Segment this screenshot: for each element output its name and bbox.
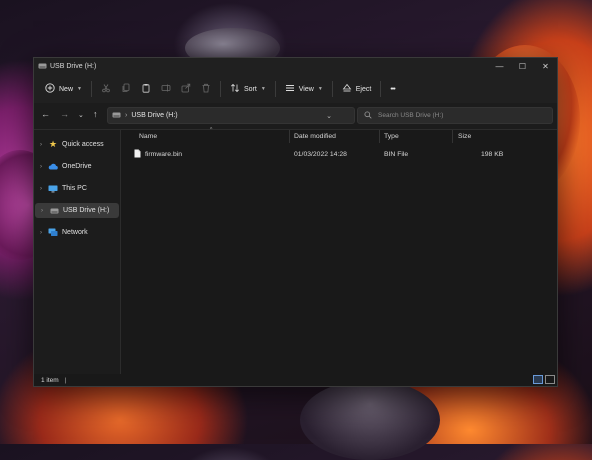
- column-header-type[interactable]: Type: [384, 130, 399, 143]
- sidebar-item-onedrive[interactable]: › OneDrive: [34, 159, 120, 174]
- drive-icon: [112, 112, 121, 120]
- sidebar-item-label: This PC: [62, 185, 87, 192]
- expand-chevron-icon[interactable]: ›: [35, 208, 49, 214]
- new-button[interactable]: New ▼: [40, 79, 87, 99]
- file-name: firmware.bin: [145, 151, 183, 158]
- plus-circle-icon: [45, 83, 55, 95]
- file-list: ^ Name Date modified Type Size firmware.…: [121, 127, 557, 374]
- eject-icon: [342, 83, 352, 95]
- command-bar: New ▼ Sort ▼ View ▼ Eject •••: [34, 75, 557, 103]
- sidebar-item-this-pc[interactable]: › This PC: [34, 181, 120, 196]
- details-view-toggle[interactable]: [533, 375, 543, 384]
- file-size-cell: 198 KB: [481, 151, 504, 158]
- back-arrow-icon[interactable]: ←: [41, 109, 50, 119]
- sidebar-item-label: USB Drive (H:): [63, 207, 110, 214]
- column-header-size[interactable]: Size: [458, 130, 471, 143]
- more-options-button[interactable]: •••: [385, 79, 399, 99]
- divider: [274, 81, 276, 97]
- status-separator: |: [64, 376, 67, 384]
- view-label: View: [298, 85, 314, 93]
- breadcrumb-separator-icon: ›: [125, 112, 128, 119]
- divider: [90, 81, 92, 97]
- address-bar-row: ← → ⌄ ↑ › USB Drive (H:) ⌄ ↻ Search USB …: [34, 103, 557, 130]
- paste-icon: [141, 83, 151, 95]
- sort-label: Sort: [243, 85, 257, 93]
- rename-button[interactable]: [156, 79, 176, 99]
- window-title: USB Drive (H:): [34, 63, 96, 71]
- sidebar-item-network[interactable]: › Network: [34, 225, 120, 240]
- network-icon: [48, 228, 58, 237]
- address-field[interactable]: › USB Drive (H:) ⌄ ↻: [107, 107, 374, 124]
- share-button[interactable]: [176, 79, 196, 99]
- column-divider[interactable]: [452, 130, 453, 143]
- column-divider[interactable]: [289, 130, 290, 143]
- eject-label: Eject: [355, 85, 372, 93]
- scissors-icon: [101, 83, 111, 95]
- recent-locations-chevron-icon[interactable]: ⌄: [78, 111, 84, 119]
- delete-button[interactable]: [196, 79, 216, 99]
- column-header-name[interactable]: Name: [139, 130, 157, 143]
- star-icon: ★: [48, 139, 58, 149]
- file-type-cell: BIN File: [384, 151, 409, 158]
- close-button[interactable]: ✕: [534, 58, 557, 75]
- share-icon: [181, 83, 191, 95]
- expand-chevron-icon[interactable]: ›: [34, 230, 48, 236]
- sidebar-item-usb-drive[interactable]: › USB Drive (H:): [35, 203, 119, 218]
- sort-button[interactable]: Sort ▼: [225, 79, 271, 99]
- more-icon: •••: [390, 85, 395, 93]
- drive-icon: [49, 206, 59, 215]
- window-title-text: USB Drive (H:): [50, 63, 97, 70]
- expand-chevron-icon[interactable]: ›: [34, 186, 48, 192]
- up-arrow-icon[interactable]: ↑: [93, 109, 98, 119]
- window-controls: — ☐ ✕: [488, 58, 557, 75]
- forward-arrow-icon[interactable]: →: [60, 109, 69, 119]
- sidebar-item-quick-access[interactable]: › ★ Quick access: [34, 137, 120, 152]
- divider: [380, 81, 382, 97]
- sort-icon: [230, 83, 240, 95]
- chevron-down-icon: ▼: [317, 86, 323, 92]
- computer-icon: [48, 184, 58, 193]
- search-icon: [364, 110, 372, 121]
- expand-chevron-icon[interactable]: ›: [34, 164, 48, 170]
- copy-icon: [121, 83, 131, 95]
- divider: [219, 81, 221, 97]
- sidebar-item-label: Network: [62, 229, 88, 236]
- chevron-down-icon: ▼: [77, 86, 82, 92]
- search-placeholder: Search USB Drive (H:): [378, 112, 444, 119]
- sort-indicator-icon: ^: [210, 127, 213, 133]
- chevron-down-icon: ▼: [260, 86, 266, 92]
- paste-button[interactable]: [136, 79, 156, 99]
- view-list-icon: [285, 83, 295, 95]
- minimize-button[interactable]: —: [488, 58, 511, 75]
- tiles-view-toggle[interactable]: [545, 375, 555, 384]
- column-divider[interactable]: [379, 130, 380, 143]
- divider: [331, 81, 333, 97]
- sidebar-item-label: Quick access: [62, 141, 104, 148]
- maximize-button[interactable]: ☐: [511, 58, 534, 75]
- file-date-cell: 01/03/2022 14:28: [294, 151, 347, 158]
- view-button[interactable]: View ▼: [280, 79, 328, 99]
- cut-button[interactable]: [96, 79, 116, 99]
- title-bar[interactable]: USB Drive (H:) — ☐ ✕: [34, 58, 557, 75]
- file-icon: [134, 149, 141, 160]
- trash-icon: [201, 83, 211, 95]
- status-bar: 1 item |: [34, 374, 557, 386]
- file-name-cell[interactable]: firmware.bin: [134, 148, 182, 161]
- new-label: New: [59, 85, 74, 93]
- eject-button[interactable]: Eject: [337, 79, 377, 99]
- sidebar-item-label: OneDrive: [62, 163, 92, 170]
- navigation-pane: › ★ Quick access › OneDrive › This PC › …: [34, 130, 121, 374]
- rename-icon: [161, 83, 171, 95]
- wallpaper-blob: [300, 380, 440, 460]
- cloud-icon: [48, 162, 58, 171]
- breadcrumb-path[interactable]: USB Drive (H:): [131, 112, 177, 119]
- address-dropdown-icon[interactable]: ⌄: [326, 112, 332, 120]
- column-header-date-modified[interactable]: Date modified: [294, 130, 336, 143]
- copy-button[interactable]: [116, 79, 136, 99]
- drive-icon: [38, 63, 47, 71]
- item-count: 1 item: [41, 376, 59, 384]
- expand-chevron-icon[interactable]: ›: [34, 142, 48, 148]
- file-explorer-window: USB Drive (H:) — ☐ ✕ New ▼ Sort ▼ View ▼…: [33, 57, 558, 387]
- search-box[interactable]: Search USB Drive (H:): [357, 107, 553, 124]
